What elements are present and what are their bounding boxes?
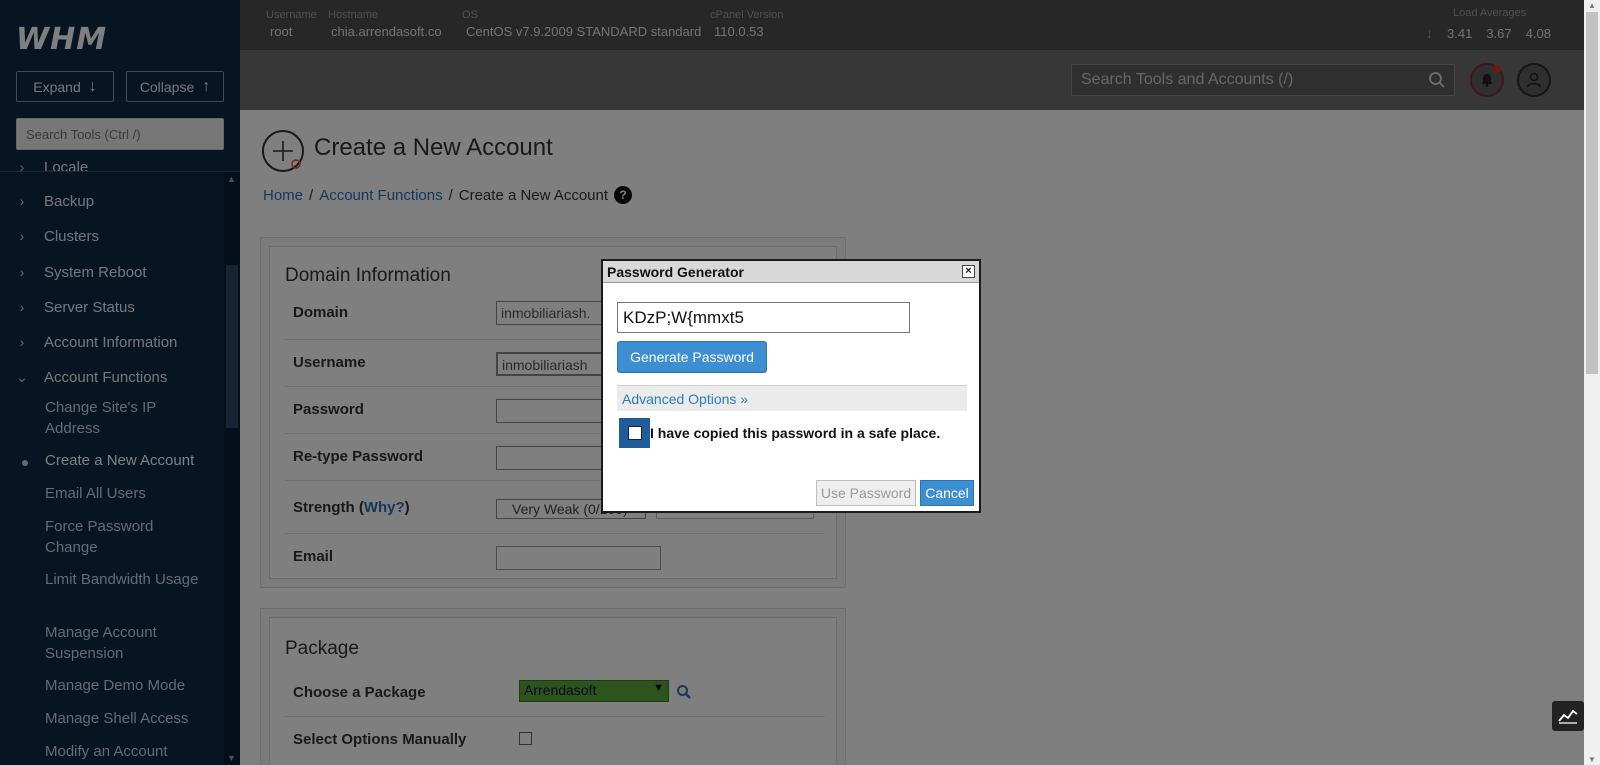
copied-checkbox[interactable]	[627, 426, 642, 440]
dialog-titlebar: Password Generator ×	[603, 261, 979, 283]
cancel-button[interactable]: Cancel	[920, 480, 974, 506]
page-scrollbar[interactable]: ▲ ▼	[1584, 0, 1600, 765]
generated-password-input[interactable]	[617, 302, 910, 333]
scroll-up-icon[interactable]: ▲	[1588, 1, 1596, 10]
page-scroll-thumb[interactable]	[1586, 12, 1598, 374]
chart-line-icon	[1558, 709, 1578, 724]
copied-checkbox-label: I have copied this password in a safe pl…	[650, 425, 941, 441]
password-generator-dialog: Password Generator × Generate Password A…	[601, 259, 981, 513]
advanced-options-link[interactable]: Advanced Options »	[622, 391, 748, 407]
scroll-down-icon[interactable]: ▼	[1588, 755, 1596, 764]
generate-password-button[interactable]: Generate Password	[617, 341, 767, 373]
close-icon[interactable]: ×	[962, 265, 975, 278]
dialog-title: Password Generator	[607, 264, 744, 280]
use-password-button[interactable]: Use Password	[816, 480, 916, 506]
copied-checkbox-focus[interactable]	[619, 418, 650, 448]
advanced-options-bar: Advanced Options »	[617, 385, 967, 411]
stats-widget-button[interactable]	[1552, 701, 1584, 731]
